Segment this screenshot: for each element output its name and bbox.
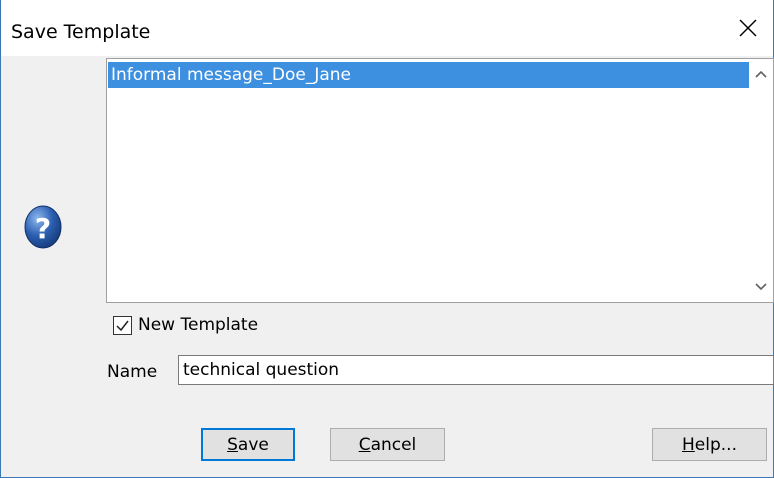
help-button[interactable]: Help...	[652, 428, 767, 461]
help-mnemonic: H	[682, 434, 695, 455]
save-label-rest: ave	[237, 434, 269, 455]
list-item-label: Informal message_Doe_Jane	[111, 65, 351, 85]
chevron-down-icon	[755, 283, 767, 291]
name-label: Name	[107, 362, 158, 382]
name-input[interactable]	[178, 355, 774, 385]
save-template-dialog: Save Template ? Informal message_Doe_Jan…	[0, 0, 774, 478]
close-icon	[739, 19, 757, 37]
cancel-label-rest: ancel	[370, 434, 417, 455]
chevron-up-icon	[755, 70, 767, 78]
scroll-down-button[interactable]	[749, 274, 773, 300]
checkmark-icon	[116, 320, 129, 331]
template-list[interactable]: Informal message_Doe_Jane	[106, 58, 774, 303]
svg-text:?: ?	[35, 212, 51, 245]
save-mnemonic: S	[227, 434, 238, 455]
title-bar: Save Template	[1, 0, 773, 56]
close-button[interactable]	[723, 0, 773, 56]
question-icon: ?	[24, 205, 62, 249]
new-template-checkbox[interactable]	[113, 315, 132, 335]
dialog-title: Save Template	[11, 21, 151, 43]
list-item[interactable]: Informal message_Doe_Jane	[108, 62, 749, 88]
save-button[interactable]: Save	[201, 428, 295, 461]
cancel-button[interactable]: Cancel	[330, 428, 445, 461]
new-template-label: New Template	[138, 315, 259, 335]
scrollbar[interactable]	[749, 59, 773, 302]
scroll-up-button[interactable]	[749, 61, 773, 87]
help-label-rest: elp...	[694, 434, 737, 455]
new-template-checkbox-row[interactable]: New Template	[113, 313, 258, 337]
cancel-mnemonic: C	[358, 434, 371, 455]
